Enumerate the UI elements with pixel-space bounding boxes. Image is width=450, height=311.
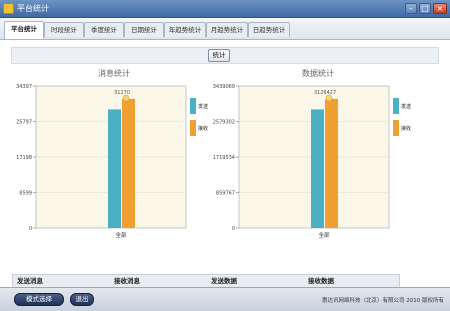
legend-swatch xyxy=(393,120,399,136)
y-tick-label: 3439069 xyxy=(213,84,235,90)
bottom-bar: 模式选择 退出 惠达讯网络科技（北京）有限公司 2010 版权所有 xyxy=(0,287,450,311)
tab-month-trend[interactable]: 月趋势统计 xyxy=(206,22,248,37)
legend-label: 接收 xyxy=(401,125,411,132)
tab-period-stats[interactable]: 时段统计 xyxy=(44,22,84,37)
legend-label: 发送 xyxy=(198,103,208,110)
y-tick-label: 25797 xyxy=(16,120,32,126)
app-icon xyxy=(3,3,14,14)
main-panel: 统计 消息统计 数据统计 0 8599 17198 25797 34397 31270 全部… xyxy=(6,40,444,303)
tab-day-trend[interactable]: 日趋势统计 xyxy=(248,22,290,37)
window-title: 平台统计 xyxy=(17,4,49,13)
tab-quarter-stats[interactable]: 季度统计 xyxy=(84,22,124,37)
y-tick-label: 17198 xyxy=(16,155,32,161)
mode-select-button[interactable]: 模式选择 xyxy=(14,293,64,306)
toolbar: 统计 xyxy=(11,47,439,64)
minimize-button[interactable]: – xyxy=(405,3,417,14)
tab-platform-stats[interactable]: 平台统计 xyxy=(4,21,44,39)
tab-year-trend[interactable]: 年趋势统计 xyxy=(164,22,206,37)
close-button[interactable]: × xyxy=(433,3,447,14)
title-bar: 平台统计 – □ × xyxy=(0,0,450,18)
y-tick-label: 0 xyxy=(232,226,235,232)
messages-chart: 0 8599 17198 25797 34397 31270 全部 发送接收 xyxy=(16,84,208,239)
legend-swatch xyxy=(190,120,196,136)
bar-received xyxy=(122,98,135,228)
stat-button[interactable]: 统计 xyxy=(208,49,230,62)
x-category-label: 全部 xyxy=(115,231,127,239)
exit-button[interactable]: 退出 xyxy=(70,293,94,306)
legend-label: 接收 xyxy=(198,125,208,132)
tab-date-stats[interactable]: 日期统计 xyxy=(124,22,164,37)
maximize-button[interactable]: □ xyxy=(419,3,431,14)
legend-label: 发送 xyxy=(401,103,411,110)
bar-sent xyxy=(108,109,121,228)
y-tick-label: 2579302 xyxy=(213,120,235,126)
bar-sent xyxy=(311,109,324,228)
y-tick-label: 0 xyxy=(29,226,32,232)
tab-strip: 平台统计 时段统计 季度统计 日期统计 年趋势统计 月趋势统计 日趋势统计 xyxy=(0,19,450,40)
annotation-label: 31270 xyxy=(114,90,130,96)
legend-swatch xyxy=(190,98,196,114)
copyright-text: 惠达讯网络科技（北京）有限公司 2010 版权所有 xyxy=(322,298,444,304)
y-tick-label: 8599 xyxy=(19,191,32,197)
bar-received xyxy=(325,98,338,229)
y-tick-label: 859767 xyxy=(216,191,235,197)
data-chart: 0 859767 1719534 2579302 3439069 3126427 全部 发送接… xyxy=(213,84,411,239)
y-tick-label: 1719534 xyxy=(213,155,235,161)
y-tick-label: 34397 xyxy=(16,84,32,90)
legend-swatch xyxy=(393,98,399,114)
x-category-label: 全部 xyxy=(318,231,330,239)
annotation-label: 3126427 xyxy=(314,90,336,96)
